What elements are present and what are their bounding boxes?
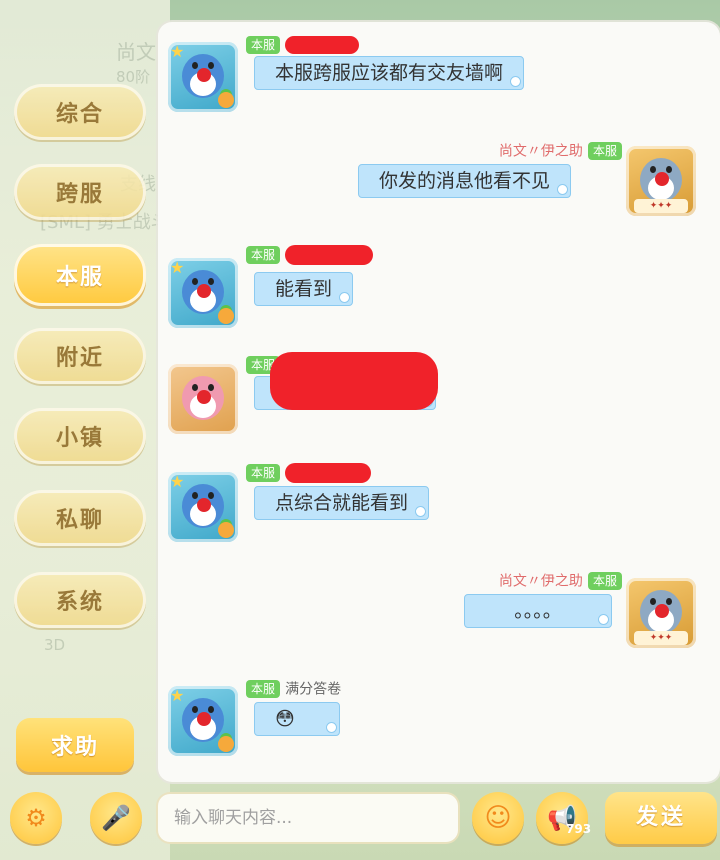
tab-system[interactable]: 系统 (14, 572, 146, 628)
megaphone-icon[interactable]: 📢 (536, 792, 588, 844)
message-bubble: 。。。。 (464, 594, 612, 628)
sender-name: 满分答卷 (285, 681, 342, 698)
chat-input[interactable]: 输入聊天内容... (158, 794, 458, 842)
server-badge: 本服 (246, 679, 281, 698)
message-header: 本服 (246, 244, 374, 265)
tab-town[interactable]: 小镇 (14, 408, 146, 464)
star-icon: ★ (170, 258, 185, 277)
message-header: 尚文〃伊之助 本服 (499, 570, 622, 591)
message-header: 尚文〃伊之助 本服 (499, 140, 622, 161)
bubble-tail-icon (510, 76, 522, 87)
message-bubble: 😳 (254, 702, 340, 736)
bubble-tail-icon (557, 184, 569, 195)
star-icon: ★ (170, 472, 185, 491)
send-button[interactable]: 发送 (605, 792, 717, 844)
tab-cross-server[interactable]: 跨服 (14, 164, 146, 220)
redacted-name (285, 35, 360, 54)
server-badge: 本服 (246, 463, 281, 482)
sender-name: 尚文〃伊之助 (498, 573, 583, 590)
message-header: 本服 (246, 34, 360, 54)
ghost-text: 3D (44, 636, 66, 654)
plaque-icon: ✦✦✦ (634, 631, 688, 645)
user-avatar[interactable] (168, 364, 238, 434)
emoji-icon[interactable]: ☺ (472, 792, 524, 844)
self-avatar[interactable]: ✦✦✦ (626, 146, 696, 216)
message-bubble: 点综合就能看到 (254, 486, 430, 520)
star-icon: ★ (170, 42, 185, 61)
server-badge: 本服 (246, 35, 281, 54)
user-avatar[interactable]: ★ (168, 472, 238, 542)
message-bubble: 本服跨服应该都有交友墙啊 (254, 56, 525, 90)
message-header: 本服 (246, 462, 372, 483)
sender-name: 尚文〃伊之助 (498, 143, 583, 160)
redacted-name (285, 244, 374, 265)
star-icon: ★ (170, 686, 185, 705)
bubble-tail-icon (326, 722, 337, 733)
user-avatar[interactable]: ★ (168, 42, 238, 112)
bubble-tail-icon (415, 506, 427, 517)
user-avatar[interactable]: ★ (168, 258, 238, 328)
plaque-icon: ✦✦✦ (634, 199, 688, 213)
ghost-text: 尚文 (116, 40, 156, 64)
redacted-content (270, 352, 438, 410)
sprout-icon (218, 92, 234, 108)
horn-count: 793 (566, 822, 592, 836)
microphone-icon[interactable]: 🎤 (90, 792, 142, 844)
sprout-icon (218, 308, 234, 324)
tab-private-chat[interactable]: 私聊 (14, 490, 146, 546)
user-avatar[interactable]: ★ (168, 686, 238, 756)
bubble-tail-icon (339, 292, 351, 303)
bubble-tail-icon (598, 614, 609, 625)
redacted-name (285, 462, 372, 483)
message-bubble: 能看到 (254, 272, 354, 306)
tab-general[interactable]: 综合 (14, 84, 146, 140)
message-header: 本服 满分答卷 (246, 678, 341, 699)
tab-this-server[interactable]: 本服 (14, 244, 146, 306)
server-badge: 本服 (246, 245, 281, 264)
sprout-icon (218, 736, 234, 752)
help-button[interactable]: 求助 (16, 718, 134, 772)
server-badge: 本服 (587, 141, 622, 160)
chat-panel: ★ 本服 本服跨服应该都有交友墙啊 尚文〃伊之助 本服 ✦✦✦ 你发的消息他看不… (158, 22, 720, 782)
sprout-icon (218, 522, 234, 538)
settings-gear-icon[interactable]: ⚙ (10, 792, 62, 844)
self-avatar[interactable]: ✦✦✦ (626, 578, 696, 648)
server-badge: 本服 (587, 571, 622, 590)
tab-nearby[interactable]: 附近 (14, 328, 146, 384)
message-bubble: 你发的消息他看不见 (358, 164, 572, 198)
